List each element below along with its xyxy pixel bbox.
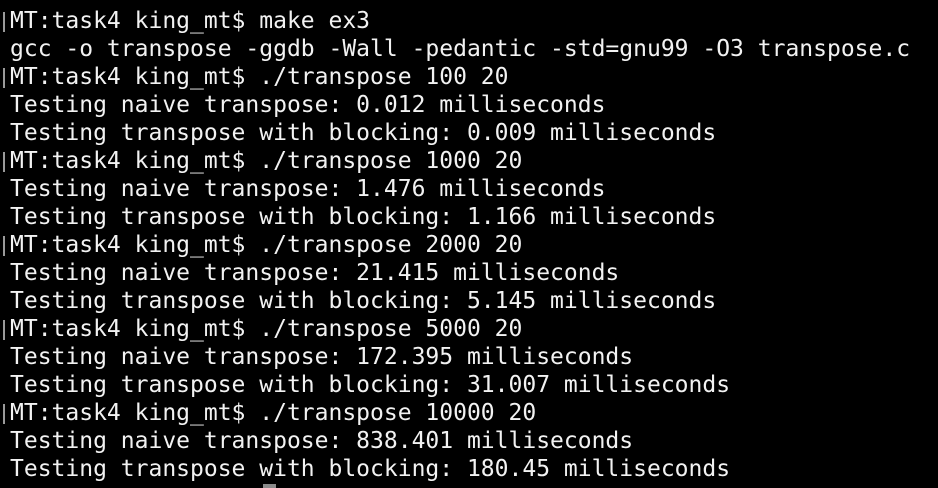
prompt-line: MT:task4 king_mt$ ./transpose 5000 20 xyxy=(3,315,910,343)
terminal-window[interactable]: MT:task4 king_mt$ make ex3 gcc -o transp… xyxy=(0,0,938,488)
output-line: Testing transpose with blocking: 0.009 m… xyxy=(10,119,910,147)
line-text: MT:task4 king_mt$ ./transpose 10000 20 xyxy=(10,400,537,426)
output-line: Testing naive transpose: 0.012 milliseco… xyxy=(10,91,910,119)
output-line: Testing naive transpose: 1.476 milliseco… xyxy=(10,175,910,203)
line-text: Testing naive transpose: 838.401 millise… xyxy=(10,428,634,454)
line-text: MT:task4 king_mt$ make ex3 xyxy=(10,8,371,34)
prompt-marker xyxy=(3,152,5,172)
line-text: MT:task4 king_mt$ ./transpose 5000 20 xyxy=(10,316,523,342)
prompt-marker xyxy=(3,12,5,32)
terminal-output: MT:task4 king_mt$ make ex3 gcc -o transp… xyxy=(3,7,910,483)
line-text: Testing transpose with blocking: 31.007 … xyxy=(10,372,731,398)
line-text: gcc -o transpose -ggdb -Wall -pedantic -… xyxy=(10,36,911,62)
output-line: Testing naive transpose: 172.395 millise… xyxy=(10,343,910,371)
text-cursor xyxy=(263,484,276,488)
output-line: Testing transpose with blocking: 5.145 m… xyxy=(10,287,910,315)
line-text: Testing naive transpose: 21.415 millisec… xyxy=(10,260,620,286)
prompt-line: MT:task4 king_mt$ ./transpose 1000 20 xyxy=(3,147,910,175)
prompt-marker xyxy=(3,68,5,88)
prompt-line: MT:task4 king_mt$ ./transpose 10000 20 xyxy=(3,399,910,427)
line-text: Testing naive transpose: 1.476 milliseco… xyxy=(10,176,606,202)
prompt-line: MT:task4 king_mt$ ./transpose 100 20 xyxy=(3,63,910,91)
prompt-line: MT:task4 king_mt$ make ex3 xyxy=(3,7,910,35)
line-text: Testing naive transpose: 0.012 milliseco… xyxy=(10,92,606,118)
line-text: MT:task4 king_mt$ ./transpose 100 20 xyxy=(10,64,509,90)
prompt-line: MT:task4 king_mt$ ./transpose 2000 20 xyxy=(3,231,910,259)
line-text: MT:task4 king_mt$ ./transpose 2000 20 xyxy=(10,232,523,258)
line-text: Testing naive transpose: 172.395 millise… xyxy=(10,344,634,370)
line-text: Testing transpose with blocking: 180.45 … xyxy=(10,456,731,482)
line-text: MT:task4 king_mt$ ./transpose 1000 20 xyxy=(10,148,523,174)
output-line: Testing transpose with blocking: 31.007 … xyxy=(10,371,910,399)
prompt-marker xyxy=(3,404,5,424)
output-line: Testing naive transpose: 21.415 millisec… xyxy=(10,259,910,287)
line-text: Testing transpose with blocking: 1.166 m… xyxy=(10,204,717,230)
prompt-marker xyxy=(3,320,5,340)
prompt-marker xyxy=(3,236,5,256)
line-text: Testing transpose with blocking: 0.009 m… xyxy=(10,120,717,146)
line-text: Testing transpose with blocking: 5.145 m… xyxy=(10,288,717,314)
output-line: Testing transpose with blocking: 1.166 m… xyxy=(10,203,910,231)
output-line: Testing transpose with blocking: 180.45 … xyxy=(10,455,910,483)
output-line: gcc -o transpose -ggdb -Wall -pedantic -… xyxy=(10,35,910,63)
output-line: Testing naive transpose: 838.401 millise… xyxy=(10,427,910,455)
